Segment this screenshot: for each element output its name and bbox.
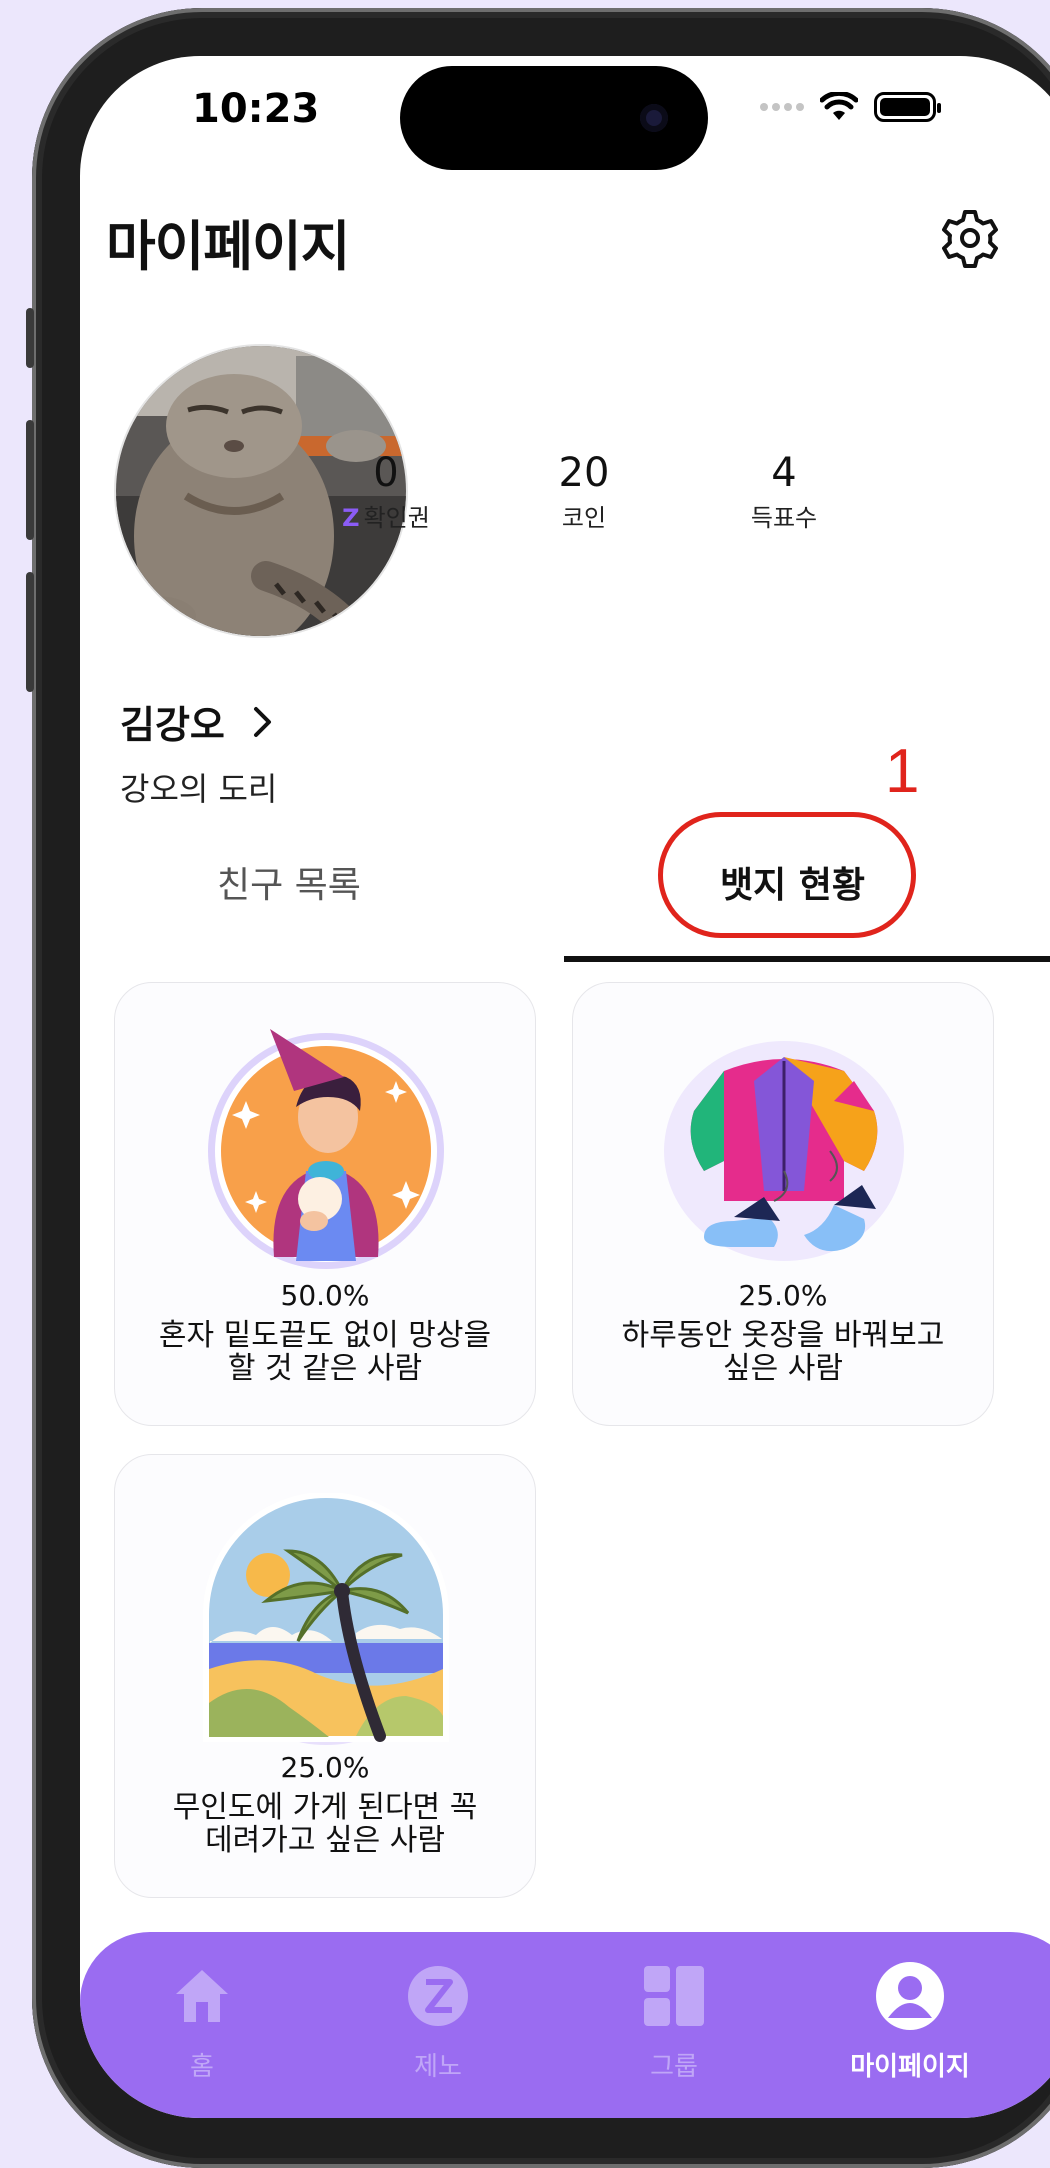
outfit-illustration (664, 1041, 904, 1261)
username: 김강오 (120, 703, 225, 747)
status-time: 10:23 (192, 86, 320, 132)
badge-description: 하루동안 옷장을 바꿔보고 싶은 사람 (621, 1318, 945, 1386)
active-tab-indicator (564, 956, 1050, 962)
tab-mypage[interactable]: 마이페이지 (830, 1960, 990, 2083)
annotation-highlight (658, 812, 916, 938)
badge-card[interactable]: 50.0% 혼자 밑도끝도 없이 망상을 할 것 같은 사람 (114, 982, 536, 1426)
page-title: 마이페이지 (106, 215, 350, 278)
mute-switch (26, 308, 34, 368)
badge-percent: 50.0% (280, 1279, 370, 1312)
badge-description: 무인도에 가게 된다면 꼭 데려가고 싶은 사람 (172, 1790, 478, 1858)
tab-group[interactable]: 그룹 (594, 1960, 754, 2083)
wifi-icon (820, 92, 858, 120)
group-icon (638, 1960, 710, 2032)
zeno-icon (402, 1960, 474, 2032)
wizard-illustration (208, 1029, 444, 1269)
tab-friends[interactable]: 친구 목록 (217, 856, 361, 908)
badge-percent: 25.0% (738, 1279, 828, 1312)
island-illustration (203, 1493, 449, 1745)
chevron-right-icon (253, 706, 271, 737)
tab-zeno[interactable]: 제노 (358, 1960, 518, 2083)
dynamic-island (400, 66, 708, 170)
stat-tickets: 0 Z 확인권 (342, 450, 430, 532)
stat-coins: 20 코인 (558, 450, 610, 532)
volume-up-button (26, 420, 34, 540)
bottom-tab-bar: 홈 제노 그룹 마이페이지 (80, 1932, 1050, 2118)
battery-icon (874, 92, 941, 122)
badge-description: 혼자 밑도끝도 없이 망상을 할 것 같은 사람 (158, 1318, 492, 1386)
stat-votes: 4 득표수 (750, 450, 818, 532)
profile-icon (874, 1960, 946, 2032)
gear-icon[interactable] (938, 206, 1002, 270)
badge-card[interactable]: 25.0% 하루동안 옷장을 바꿔보고 싶은 사람 (572, 982, 994, 1426)
badge-card[interactable]: 25.0% 무인도에 가게 된다면 꼭 데려가고 싶은 사람 (114, 1454, 536, 1898)
screen: 10:23 마이페이지 0 Z 확인권 20 코인 4 득표수 김강오 강오의 … (80, 56, 1050, 2118)
profile-bio: 강오의 도리 (120, 770, 278, 808)
annotation-number: 1 (885, 737, 920, 806)
zeno-badge: Z (342, 504, 360, 532)
signal-icon (760, 103, 804, 111)
home-icon (166, 1960, 238, 2032)
status-icons (760, 92, 941, 122)
profile-name-link[interactable]: 김강오 (120, 694, 273, 749)
volume-down-button (26, 572, 34, 692)
tab-home[interactable]: 홈 (122, 1960, 282, 2083)
badge-percent: 25.0% (280, 1751, 370, 1784)
